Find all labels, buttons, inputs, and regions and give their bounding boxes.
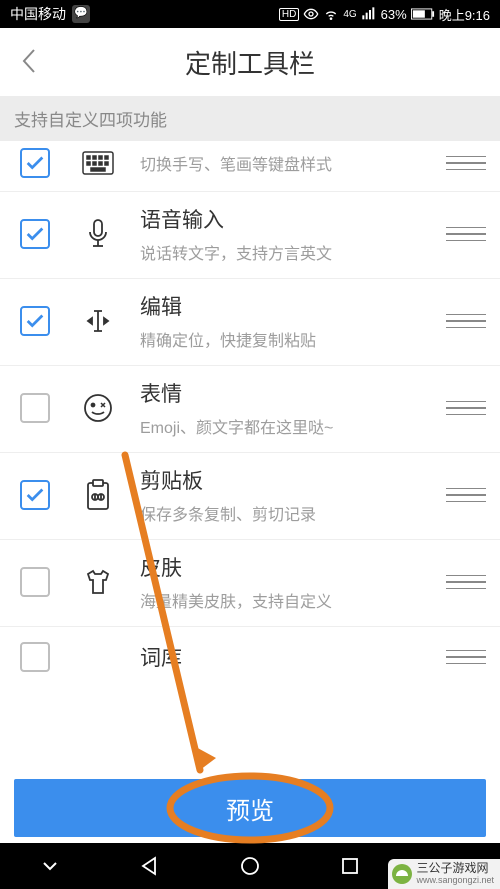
- drag-handle-icon[interactable]: [446, 148, 486, 178]
- list-item: 切换手写、笔画等键盘样式: [0, 141, 500, 191]
- item-subtitle: 说话转文字，支持方言英文: [140, 240, 446, 264]
- checkbox[interactable]: [20, 148, 50, 178]
- item-title: 皮肤: [140, 552, 446, 582]
- watermark-url: www.sangongzi.net: [416, 876, 494, 886]
- drag-handle-icon[interactable]: [446, 219, 486, 249]
- eye-icon: [303, 6, 319, 22]
- nav-back-button[interactable]: [130, 846, 170, 886]
- list-item: 语音输入 说话转文字，支持方言英文: [0, 191, 500, 278]
- nav-home-button[interactable]: [230, 846, 270, 886]
- list-item: 词库: [0, 626, 500, 689]
- checkbox[interactable]: [20, 306, 50, 336]
- page-title: 定制工具栏: [185, 44, 315, 81]
- checkbox[interactable]: [20, 219, 50, 249]
- drag-handle-icon[interactable]: [446, 480, 486, 510]
- checkbox[interactable]: [20, 567, 50, 597]
- item-subtitle: 海量精美皮肤，支持自定义: [140, 588, 446, 612]
- drag-handle-icon[interactable]: [446, 567, 486, 597]
- signal-icon: [361, 6, 377, 22]
- mic-icon: [80, 216, 116, 252]
- drag-handle-icon[interactable]: [446, 393, 486, 423]
- carrier-label: 中国移动: [10, 4, 66, 24]
- checkbox[interactable]: [20, 393, 50, 423]
- checkbox[interactable]: [20, 480, 50, 510]
- emoji-icon: [80, 390, 116, 426]
- wechat-notification-icon: [72, 5, 90, 23]
- status-bar: 中国移动 HD 4G 63% 晚上9:16: [0, 0, 500, 28]
- item-title: 语音输入: [140, 204, 446, 234]
- item-subtitle: Emoji、颜文字都在这里哒~: [140, 414, 446, 438]
- preview-button[interactable]: 预览: [14, 779, 486, 837]
- drag-handle-icon[interactable]: [446, 642, 486, 672]
- battery-label: 63%: [381, 7, 407, 22]
- dict-icon: [80, 639, 116, 675]
- checkbox[interactable]: [20, 642, 50, 672]
- back-button[interactable]: [14, 46, 44, 76]
- list-item: 表情 Emoji、颜文字都在这里哒~: [0, 365, 500, 452]
- item-subtitle: 保存多条复制、剪切记录: [140, 501, 446, 525]
- battery-icon: [411, 8, 435, 20]
- hd-icon: HD: [279, 8, 299, 21]
- nav-menu-button[interactable]: [30, 846, 70, 886]
- item-title: 剪贴板: [140, 465, 446, 495]
- item-subtitle: 切换手写、笔画等键盘样式: [140, 151, 446, 175]
- notice-bar: 支持自定义四项功能: [0, 96, 500, 141]
- clipboard-icon: [80, 477, 116, 513]
- item-title: 编辑: [140, 291, 446, 321]
- watermark-name: 三公子游戏网: [416, 862, 494, 875]
- keyboard-icon: [80, 145, 116, 181]
- list-item: 剪贴板 保存多条复制、剪切记录: [0, 452, 500, 539]
- item-subtitle: 精确定位，快捷复制粘贴: [140, 327, 446, 351]
- cursor-icon: [80, 303, 116, 339]
- skin-icon: [80, 564, 116, 600]
- list-item: 编辑 精确定位，快捷复制粘贴: [0, 278, 500, 365]
- network-label: 4G: [343, 9, 356, 20]
- item-title: 表情: [140, 378, 446, 408]
- preview-button-label: 预览: [226, 791, 274, 826]
- drag-handle-icon[interactable]: [446, 306, 486, 336]
- toolbar-list: 切换手写、笔画等键盘样式 语音输入 说话转文字，支持方言英文 编辑 精确定位，快…: [0, 141, 500, 816]
- watermark: 三公子游戏网 www.sangongzi.net: [388, 859, 500, 889]
- wifi-icon: [323, 6, 339, 22]
- nav-recents-button[interactable]: [330, 846, 370, 886]
- header: 定制工具栏: [0, 28, 500, 96]
- item-title: 词库: [140, 642, 446, 672]
- time-label: 晚上9:16: [439, 5, 490, 24]
- list-item: 皮肤 海量精美皮肤，支持自定义: [0, 539, 500, 626]
